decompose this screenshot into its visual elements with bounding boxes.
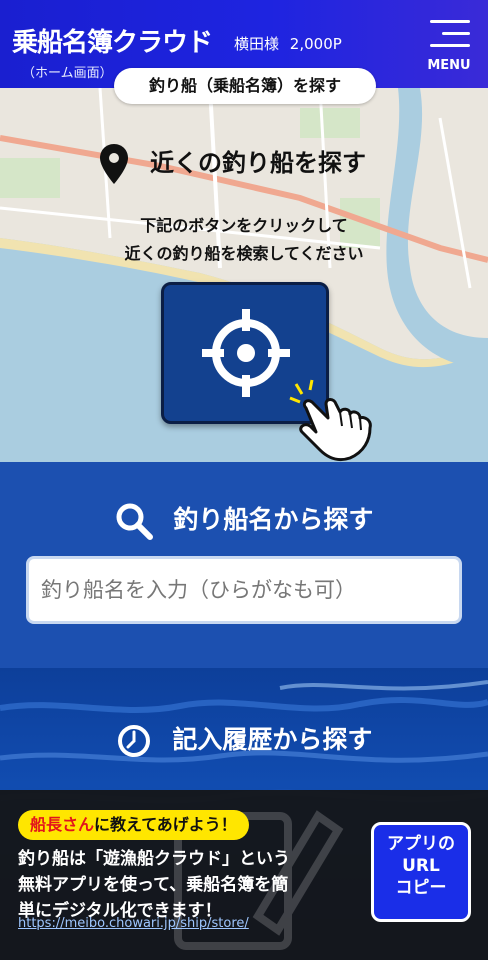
app-store-link[interactable]: https://meibo.chowari.jp/ship/store/	[18, 916, 249, 931]
pointing-hand-icon	[289, 379, 372, 462]
promo-text: 釣り船は「遊漁船クラウド」という 無料アプリを使って、乗船名簿を簡 単にデジタル…	[18, 849, 290, 921]
ship-name-search-input[interactable]	[26, 556, 462, 624]
history-title[interactable]: 記入履歴から探す	[0, 720, 488, 759]
page-subtitle: （ホーム画面）	[22, 66, 113, 81]
app-title: 乗船名簿クラウド	[12, 28, 213, 58]
user-info: 横田様 2,000P	[234, 33, 342, 54]
search-title: 釣り船名から探す	[0, 500, 488, 540]
name-search-section: 釣り船名から探す	[0, 462, 488, 668]
clock-icon	[117, 725, 150, 757]
copy-app-url-button[interactable]: アプリの URL コピー	[371, 822, 471, 922]
search-icon	[116, 503, 153, 540]
crosshair-icon	[202, 309, 290, 397]
menu-icon	[430, 20, 470, 48]
nearby-search-section: 近くの釣り船を探す 下記のボタンをクリックして 近くの釣り船を検索してください	[0, 88, 488, 462]
promo-badge: 船長さんに教えてあげよう！	[18, 810, 249, 840]
menu-button[interactable]: MENU	[418, 14, 480, 76]
menu-label: MENU	[427, 58, 471, 73]
user-points: 2,000P	[289, 35, 342, 53]
promo-banner: 船長さんに教えてあげよう！ 釣り船は「遊漁船クラウド」という 無料アプリを使って…	[0, 790, 488, 960]
nearby-description: 下記のボタンをクリックして 近くの釣り船を検索してください	[124, 216, 364, 263]
nearby-title: 近くの釣り船を探す	[150, 149, 366, 177]
page-section-pill: 釣り船（乗船名簿）を探す	[114, 68, 376, 104]
user-name: 横田様	[234, 35, 280, 53]
